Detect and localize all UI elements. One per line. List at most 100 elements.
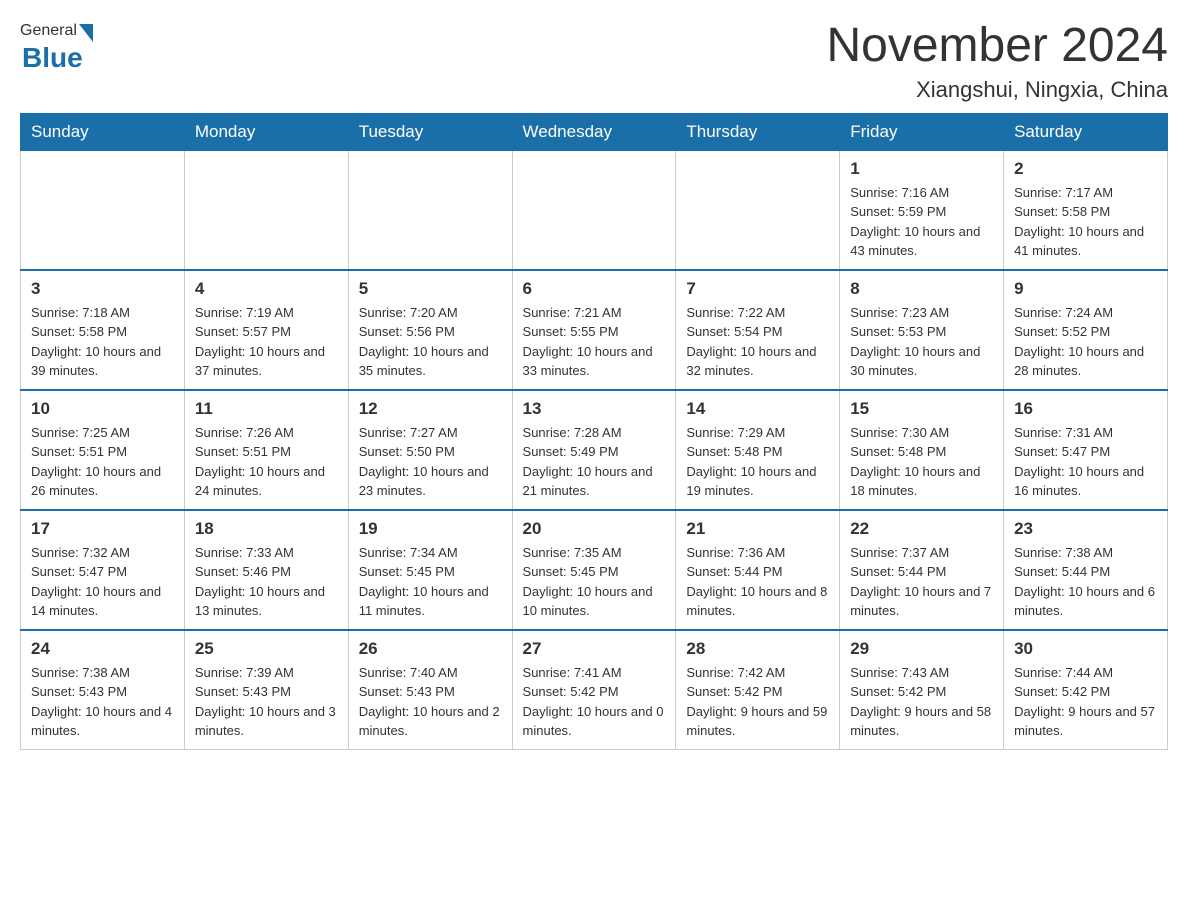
day-info: Sunrise: 7:19 AMSunset: 5:57 PMDaylight:… bbox=[195, 303, 338, 381]
calendar-cell: 10 Sunrise: 7:25 AMSunset: 5:51 PMDayligh… bbox=[21, 390, 185, 510]
day-info: Sunrise: 7:36 AMSunset: 5:44 PMDaylight:… bbox=[686, 543, 829, 621]
logo-blue-text: Blue bbox=[22, 42, 83, 74]
day-number: 16 bbox=[1014, 399, 1157, 419]
day-info: Sunrise: 7:43 AMSunset: 5:42 PMDaylight:… bbox=[850, 663, 993, 741]
header-wednesday: Wednesday bbox=[512, 113, 676, 150]
day-info: Sunrise: 7:17 AMSunset: 5:58 PMDaylight:… bbox=[1014, 183, 1157, 261]
day-number: 4 bbox=[195, 279, 338, 299]
day-info: Sunrise: 7:26 AMSunset: 5:51 PMDaylight:… bbox=[195, 423, 338, 501]
day-number: 22 bbox=[850, 519, 993, 539]
title-section: November 2024 Xiangshui, Ningxia, China bbox=[826, 20, 1168, 103]
day-number: 3 bbox=[31, 279, 174, 299]
calendar-subtitle: Xiangshui, Ningxia, China bbox=[826, 77, 1168, 103]
day-number: 21 bbox=[686, 519, 829, 539]
day-number: 9 bbox=[1014, 279, 1157, 299]
day-number: 5 bbox=[359, 279, 502, 299]
calendar-cell: 13 Sunrise: 7:28 AMSunset: 5:49 PMDayligh… bbox=[512, 390, 676, 510]
day-info: Sunrise: 7:22 AMSunset: 5:54 PMDaylight:… bbox=[686, 303, 829, 381]
day-info: Sunrise: 7:37 AMSunset: 5:44 PMDaylight:… bbox=[850, 543, 993, 621]
day-number: 28 bbox=[686, 639, 829, 659]
day-info: Sunrise: 7:20 AMSunset: 5:56 PMDaylight:… bbox=[359, 303, 502, 381]
calendar-cell: 28Sunrise: 7:42 AMSunset: 5:42 PMDayligh… bbox=[676, 630, 840, 750]
calendar-cell: 6 Sunrise: 7:21 AMSunset: 5:55 PMDaylight… bbox=[512, 270, 676, 390]
calendar-cell: 4 Sunrise: 7:19 AMSunset: 5:57 PMDaylight… bbox=[184, 270, 348, 390]
day-info: Sunrise: 7:44 AMSunset: 5:42 PMDaylight:… bbox=[1014, 663, 1157, 741]
calendar-cell: 7 Sunrise: 7:22 AMSunset: 5:54 PMDaylight… bbox=[676, 270, 840, 390]
calendar-cell: 11Sunrise: 7:26 AMSunset: 5:51 PMDayligh… bbox=[184, 390, 348, 510]
day-number: 8 bbox=[850, 279, 993, 299]
day-info: Sunrise: 7:39 AMSunset: 5:43 PMDaylight:… bbox=[195, 663, 338, 741]
day-number: 6 bbox=[523, 279, 666, 299]
calendar-cell: 23 Sunrise: 7:38 AMSunset: 5:44 PMDayligh… bbox=[1004, 510, 1168, 630]
page-header: General Blue November 2024 Xiangshui, Ni… bbox=[20, 20, 1168, 103]
header-friday: Friday bbox=[840, 113, 1004, 150]
day-info: Sunrise: 7:24 AMSunset: 5:52 PMDaylight:… bbox=[1014, 303, 1157, 381]
calendar-cell: 29Sunrise: 7:43 AMSunset: 5:42 PMDayligh… bbox=[840, 630, 1004, 750]
day-number: 10 bbox=[31, 399, 174, 419]
weekday-header-row: Sunday Monday Tuesday Wednesday Thursday… bbox=[21, 113, 1168, 150]
calendar-cell bbox=[184, 150, 348, 270]
calendar-cell: 5 Sunrise: 7:20 AMSunset: 5:56 PMDaylight… bbox=[348, 270, 512, 390]
day-info: Sunrise: 7:21 AMSunset: 5:55 PMDaylight:… bbox=[523, 303, 666, 381]
calendar-cell bbox=[676, 150, 840, 270]
header-saturday: Saturday bbox=[1004, 113, 1168, 150]
calendar-cell bbox=[348, 150, 512, 270]
day-info: Sunrise: 7:25 AMSunset: 5:51 PMDaylight:… bbox=[31, 423, 174, 501]
calendar-cell bbox=[21, 150, 185, 270]
logo-general-text: General bbox=[20, 22, 77, 40]
calendar-cell: 2 Sunrise: 7:17 AMSunset: 5:58 PMDaylight… bbox=[1004, 150, 1168, 270]
day-info: Sunrise: 7:38 AMSunset: 5:44 PMDaylight:… bbox=[1014, 543, 1157, 621]
day-info: Sunrise: 7:31 AMSunset: 5:47 PMDaylight:… bbox=[1014, 423, 1157, 501]
header-monday: Monday bbox=[184, 113, 348, 150]
logo-arrow-icon bbox=[79, 24, 93, 42]
day-info: Sunrise: 7:38 AMSunset: 5:43 PMDaylight:… bbox=[31, 663, 174, 741]
day-info: Sunrise: 7:29 AMSunset: 5:48 PMDaylight:… bbox=[686, 423, 829, 501]
calendar-week-row: 17 Sunrise: 7:32 AMSunset: 5:47 PMDayligh… bbox=[21, 510, 1168, 630]
day-info: Sunrise: 7:30 AMSunset: 5:48 PMDaylight:… bbox=[850, 423, 993, 501]
day-info: Sunrise: 7:23 AMSunset: 5:53 PMDaylight:… bbox=[850, 303, 993, 381]
day-number: 2 bbox=[1014, 159, 1157, 179]
calendar-cell: 19 Sunrise: 7:34 AMSunset: 5:45 PMDayligh… bbox=[348, 510, 512, 630]
day-number: 13 bbox=[523, 399, 666, 419]
calendar-week-row: 3 Sunrise: 7:18 AMSunset: 5:58 PMDaylight… bbox=[21, 270, 1168, 390]
calendar-cell: 22 Sunrise: 7:37 AMSunset: 5:44 PMDayligh… bbox=[840, 510, 1004, 630]
day-number: 23 bbox=[1014, 519, 1157, 539]
day-info: Sunrise: 7:32 AMSunset: 5:47 PMDaylight:… bbox=[31, 543, 174, 621]
header-sunday: Sunday bbox=[21, 113, 185, 150]
day-number: 30 bbox=[1014, 639, 1157, 659]
day-info: Sunrise: 7:34 AMSunset: 5:45 PMDaylight:… bbox=[359, 543, 502, 621]
calendar-title: November 2024 bbox=[826, 20, 1168, 73]
calendar-cell: 8 Sunrise: 7:23 AMSunset: 5:53 PMDaylight… bbox=[840, 270, 1004, 390]
day-number: 14 bbox=[686, 399, 829, 419]
day-info: Sunrise: 7:18 AMSunset: 5:58 PMDaylight:… bbox=[31, 303, 174, 381]
day-number: 18 bbox=[195, 519, 338, 539]
calendar-cell: 18Sunrise: 7:33 AMSunset: 5:46 PMDayligh… bbox=[184, 510, 348, 630]
day-number: 26 bbox=[359, 639, 502, 659]
calendar-cell: 30 Sunrise: 7:44 AMSunset: 5:42 PMDayligh… bbox=[1004, 630, 1168, 750]
calendar-cell: 14 Sunrise: 7:29 AMSunset: 5:48 PMDayligh… bbox=[676, 390, 840, 510]
calendar-cell: 21 Sunrise: 7:36 AMSunset: 5:44 PMDayligh… bbox=[676, 510, 840, 630]
calendar-cell: 16 Sunrise: 7:31 AMSunset: 5:47 PMDayligh… bbox=[1004, 390, 1168, 510]
day-info: Sunrise: 7:27 AMSunset: 5:50 PMDaylight:… bbox=[359, 423, 502, 501]
calendar-cell: 9 Sunrise: 7:24 AMSunset: 5:52 PMDaylight… bbox=[1004, 270, 1168, 390]
calendar-cell: 24 Sunrise: 7:38 AMSunset: 5:43 PMDayligh… bbox=[21, 630, 185, 750]
calendar-week-row: 10 Sunrise: 7:25 AMSunset: 5:51 PMDayligh… bbox=[21, 390, 1168, 510]
day-number: 24 bbox=[31, 639, 174, 659]
calendar-cell: 20Sunrise: 7:35 AMSunset: 5:45 PMDayligh… bbox=[512, 510, 676, 630]
calendar-cell: 3 Sunrise: 7:18 AMSunset: 5:58 PMDaylight… bbox=[21, 270, 185, 390]
header-tuesday: Tuesday bbox=[348, 113, 512, 150]
day-info: Sunrise: 7:16 AMSunset: 5:59 PMDaylight:… bbox=[850, 183, 993, 261]
calendar-cell bbox=[512, 150, 676, 270]
calendar-cell: 26Sunrise: 7:40 AMSunset: 5:43 PMDayligh… bbox=[348, 630, 512, 750]
calendar-cell: 27Sunrise: 7:41 AMSunset: 5:42 PMDayligh… bbox=[512, 630, 676, 750]
day-number: 19 bbox=[359, 519, 502, 539]
calendar-week-row: 1 Sunrise: 7:16 AMSunset: 5:59 PMDaylight… bbox=[21, 150, 1168, 270]
day-info: Sunrise: 7:28 AMSunset: 5:49 PMDaylight:… bbox=[523, 423, 666, 501]
day-number: 25 bbox=[195, 639, 338, 659]
day-number: 27 bbox=[523, 639, 666, 659]
day-number: 7 bbox=[686, 279, 829, 299]
day-number: 17 bbox=[31, 519, 174, 539]
calendar-cell: 17 Sunrise: 7:32 AMSunset: 5:47 PMDayligh… bbox=[21, 510, 185, 630]
day-number: 1 bbox=[850, 159, 993, 179]
calendar-cell: 15Sunrise: 7:30 AMSunset: 5:48 PMDayligh… bbox=[840, 390, 1004, 510]
